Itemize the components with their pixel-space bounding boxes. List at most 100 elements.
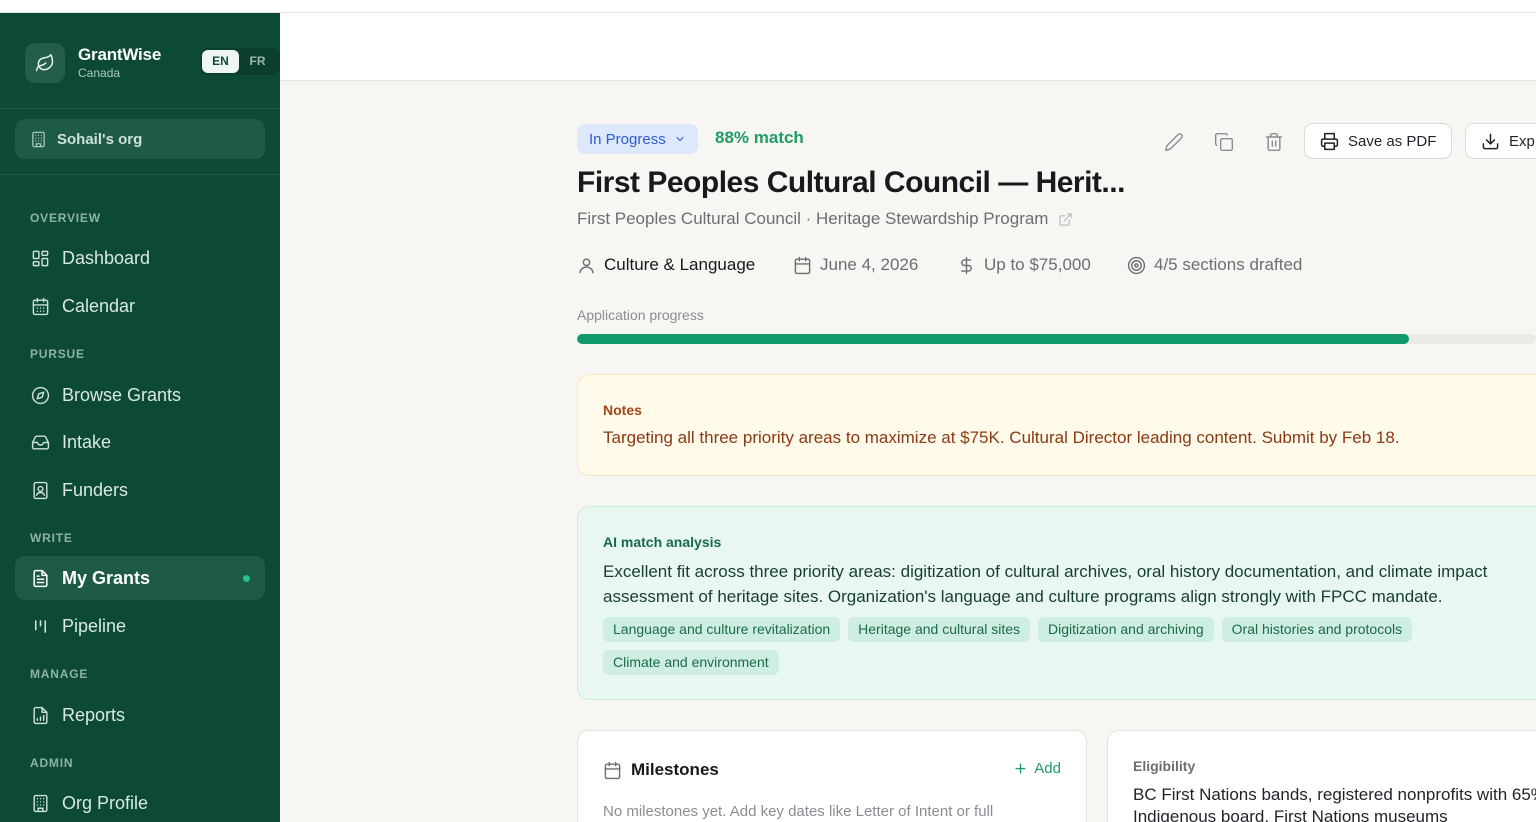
sidebar-divider bbox=[0, 108, 280, 109]
priority-tag: Oral histories and protocols bbox=[1221, 617, 1413, 642]
status-label: In Progress bbox=[589, 130, 666, 148]
top-header-bar bbox=[280, 13, 1536, 81]
sidebar-item-browse-grants[interactable]: Browse Grants bbox=[15, 373, 265, 417]
sidebar-item-label: Org Profile bbox=[62, 792, 149, 813]
priority-tag: Language and culture revitalization bbox=[603, 617, 841, 642]
plus-icon bbox=[1013, 761, 1028, 776]
ai-analysis-text: Excellent fit across three priority area… bbox=[603, 562, 1488, 606]
sidebar-item-funders[interactable]: Funders bbox=[15, 468, 265, 512]
funder-program: First Peoples Cultural Council · Heritag… bbox=[577, 209, 1049, 228]
priority-tag: Digitization and archiving bbox=[1038, 617, 1214, 642]
priority-tag: Heritage and cultural sites bbox=[848, 617, 1031, 642]
milestones-title: Milestones bbox=[631, 760, 719, 779]
sidebar-item-dashboard[interactable]: Dashboard bbox=[15, 236, 265, 280]
amount-meta: Up to $75,000 bbox=[957, 254, 1091, 276]
inbox-icon bbox=[30, 432, 50, 452]
brand-region: Canada bbox=[78, 66, 121, 80]
category-meta: Culture & Language bbox=[577, 254, 755, 276]
sections-label: 4/5 sections drafted bbox=[1154, 255, 1303, 274]
sidebar-item-calendar[interactable]: Calendar bbox=[15, 284, 265, 328]
progress-fill bbox=[577, 334, 1410, 344]
dashboard-icon bbox=[30, 248, 50, 268]
add-milestone-label: Add bbox=[1034, 760, 1061, 777]
deadline-label: June 4, 2026 bbox=[820, 255, 919, 274]
application-progress-bar bbox=[577, 334, 1536, 344]
section-label-admin: ADMIN bbox=[30, 756, 74, 770]
sidebar-item-reports[interactable]: Reports bbox=[15, 693, 265, 737]
sidebar-item-label: Dashboard bbox=[62, 247, 151, 268]
sidebar-item-label: Reports bbox=[62, 704, 126, 725]
sidebar-item-label: Pipeline bbox=[62, 615, 127, 636]
ai-match-analysis-card: AI match analysis Excellent fit across t… bbox=[577, 506, 1536, 700]
duplicate-icon[interactable] bbox=[1212, 130, 1236, 154]
language-en-button[interactable]: EN bbox=[202, 50, 239, 73]
sidebar-divider bbox=[0, 174, 280, 175]
building-icon bbox=[30, 131, 47, 148]
sidebar-item-label: Intake bbox=[62, 431, 112, 452]
dollar-icon bbox=[957, 256, 976, 275]
category-label: Culture & Language bbox=[604, 255, 756, 274]
external-link-icon[interactable] bbox=[1058, 212, 1073, 227]
org-name: Sohail's org bbox=[57, 130, 143, 148]
sidebar-item-intake[interactable]: Intake bbox=[15, 420, 265, 464]
progress-label: Application progress bbox=[577, 307, 704, 323]
sidebar-item-my-grants[interactable]: My Grants bbox=[15, 556, 265, 600]
eligibility-text: BC First Nations bands, registered nonpr… bbox=[1133, 785, 1536, 822]
edit-icon[interactable] bbox=[1162, 130, 1186, 154]
milestones-empty-text: No milestones yet. Add key dates like Le… bbox=[603, 803, 994, 820]
milestones-card: Milestones Add No milestones yet. Add ke… bbox=[577, 730, 1087, 822]
brand: GrantWise Canada EN FR bbox=[25, 43, 280, 83]
notes-title: Notes bbox=[603, 402, 642, 418]
compass-icon bbox=[30, 385, 50, 405]
sections-meta: 4/5 sections drafted bbox=[1127, 254, 1302, 276]
window-top-edge bbox=[0, 0, 1536, 13]
eligibility-card: Eligibility BC First Nations bands, regi… bbox=[1107, 730, 1536, 822]
target-icon bbox=[1127, 256, 1146, 275]
ai-analysis-title: AI match analysis bbox=[603, 534, 722, 550]
milestones-header: Milestones bbox=[603, 760, 719, 780]
sidebar-item-label: Funders bbox=[62, 479, 129, 500]
export-label: Exp bbox=[1509, 132, 1535, 150]
eligibility-title: Eligibility bbox=[1133, 758, 1196, 774]
printer-icon bbox=[1320, 132, 1339, 151]
calendar-icon bbox=[603, 761, 622, 780]
page-title: First Peoples Cultural Council — Herit..… bbox=[577, 166, 1125, 199]
notes-text: Targeting all three priority areas to ma… bbox=[603, 428, 1400, 447]
section-label-pursue: PURSUE bbox=[30, 347, 85, 361]
download-icon bbox=[1481, 132, 1500, 151]
contact-book-icon bbox=[30, 480, 50, 500]
status-dropdown[interactable]: In Progress bbox=[577, 124, 698, 154]
calendar-icon bbox=[30, 296, 50, 316]
sidebar-item-label: Browse Grants bbox=[62, 384, 182, 405]
section-label-write: WRITE bbox=[30, 531, 73, 545]
chevron-down-icon bbox=[674, 133, 686, 145]
trash-icon[interactable] bbox=[1262, 130, 1286, 154]
match-score: 88% match bbox=[715, 128, 804, 147]
add-milestone-button[interactable]: Add bbox=[1013, 760, 1061, 777]
user-icon bbox=[577, 256, 596, 275]
priority-tag: Climate and environment bbox=[603, 650, 779, 675]
priority-tags: Language and culture revitalization Heri… bbox=[603, 617, 1536, 675]
save-pdf-label: Save as PDF bbox=[1348, 132, 1437, 150]
sidebar-item-label: My Grants bbox=[62, 567, 151, 588]
grant-subtitle: First Peoples Cultural Council · Heritag… bbox=[577, 209, 1073, 229]
document-icon bbox=[30, 568, 50, 588]
language-toggle: EN FR bbox=[200, 48, 280, 75]
export-button[interactable]: Exp bbox=[1465, 123, 1536, 159]
save-pdf-button[interactable]: Save as PDF bbox=[1304, 123, 1453, 159]
deadline-meta: June 4, 2026 bbox=[793, 254, 918, 276]
report-icon bbox=[30, 705, 50, 725]
sidebar-item-org-profile[interactable]: Org Profile bbox=[15, 781, 265, 822]
sidebar-item-pipeline[interactable]: Pipeline bbox=[15, 604, 265, 648]
org-switcher[interactable]: Sohail's org bbox=[15, 119, 265, 159]
brand-name: GrantWise bbox=[78, 45, 162, 64]
building-icon bbox=[30, 793, 50, 813]
kanban-icon bbox=[30, 616, 50, 636]
notes-card: Notes Targeting all three priority areas… bbox=[577, 374, 1536, 476]
leaf-logo-icon bbox=[25, 43, 65, 83]
calendar-icon bbox=[793, 256, 812, 275]
section-label-manage: MANAGE bbox=[30, 667, 89, 681]
sidebar: GrantWise Canada EN FR Sohail's org OVER… bbox=[0, 13, 280, 822]
language-fr-button[interactable]: FR bbox=[239, 50, 276, 73]
amount-label: Up to $75,000 bbox=[984, 255, 1091, 274]
